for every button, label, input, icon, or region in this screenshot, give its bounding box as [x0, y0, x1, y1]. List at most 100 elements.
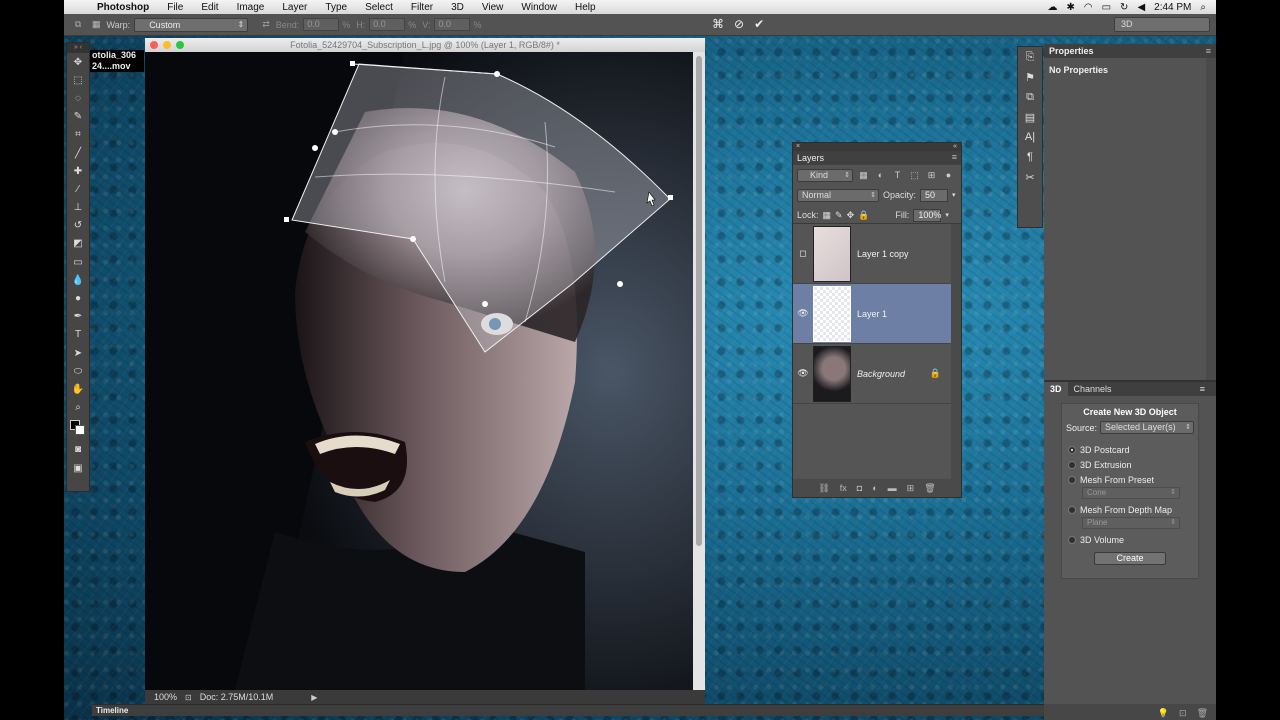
eye-icon[interactable]: 👁: [793, 308, 813, 319]
screen-mode-icon[interactable]: ▣: [67, 459, 89, 477]
clone-stamp-tool-icon[interactable]: ⊥: [67, 199, 89, 217]
transform-mode-icon[interactable]: ⌘: [712, 17, 724, 31]
time-machine-icon[interactable]: ↻: [1120, 2, 1128, 13]
path-selection-tool-icon[interactable]: ➤: [67, 344, 89, 362]
toolbox-collapse-icon[interactable]: » ‹: [67, 43, 89, 53]
commit-transform-icon[interactable]: ✔: [754, 17, 764, 31]
layer-name[interactable]: Layer 1: [857, 309, 887, 319]
layer-row-layer-1[interactable]: 👁 Layer 1: [793, 284, 961, 344]
history-brush-tool-icon[interactable]: ↺: [67, 217, 89, 235]
move-tool-icon[interactable]: ✥: [67, 53, 89, 71]
eraser-tool-icon[interactable]: ◩: [67, 235, 89, 253]
adjustments-icon[interactable]: ⧉: [1018, 87, 1042, 107]
battery-icon[interactable]: ▭: [1102, 2, 1111, 13]
panel-collapse-icon[interactable]: «: [953, 143, 957, 151]
tab-3d[interactable]: 3D: [1044, 382, 1068, 396]
properties-tab[interactable]: Properties: [1049, 46, 1094, 56]
character-icon[interactable]: A|: [1018, 127, 1042, 147]
h-field[interactable]: 0.0: [369, 18, 406, 31]
filter-toggle-icon[interactable]: ●: [942, 170, 955, 180]
clock[interactable]: 2:44 PM: [1154, 2, 1191, 13]
radio-indicator[interactable]: [1068, 535, 1076, 544]
scroll-thumb[interactable]: [696, 56, 702, 546]
warp-style-select[interactable]: Custom: [134, 17, 249, 32]
delete-3d-icon[interactable]: 🗑: [1197, 708, 1208, 719]
swatches-icon[interactable]: ▤: [1018, 107, 1042, 127]
opacity-arrow-icon[interactable]: ▾: [952, 191, 956, 199]
warp-handle-1[interactable]: [332, 129, 338, 135]
image-canvas[interactable]: [145, 52, 693, 690]
new-3d-object-icon[interactable]: ⊡: [1179, 708, 1187, 719]
eyedropper-tool-icon[interactable]: ╱: [67, 144, 89, 162]
radio-3d-volume[interactable]: 3D Volume: [1068, 532, 1198, 547]
preset-select[interactable]: Cone: [1082, 487, 1180, 499]
history-icon[interactable]: ⎘: [1018, 47, 1042, 67]
layers-panel-menu-icon[interactable]: ≡: [952, 152, 957, 162]
tool-presets-icon[interactable]: ✂: [1018, 167, 1042, 187]
quick-select-tool-icon[interactable]: ✎: [67, 108, 89, 126]
radio-indicator[interactable]: [1068, 475, 1076, 484]
creative-cloud-icon[interactable]: ☁: [1047, 2, 1057, 13]
source-select[interactable]: Selected Layer(s): [1100, 421, 1195, 434]
warp-handle-top[interactable]: [494, 71, 500, 77]
pen-tool-icon[interactable]: ✒: [67, 308, 89, 326]
radio-mesh-from-preset[interactable]: Mesh From Preset: [1068, 472, 1198, 487]
menu-type[interactable]: Type: [316, 2, 356, 13]
shape-tool-icon[interactable]: ⬭: [67, 362, 89, 380]
lock-transparent-icon[interactable]: ▦: [823, 210, 832, 221]
menu-filter[interactable]: Filter: [402, 2, 442, 13]
layer-name[interactable]: Layer 1 copy: [857, 249, 909, 259]
filter-kind-select[interactable]: Kind: [797, 168, 853, 182]
lock-paint-icon[interactable]: ✎: [835, 210, 843, 221]
properties-menu-icon[interactable]: ≡: [1206, 46, 1211, 56]
warp-handle-2[interactable]: [312, 145, 318, 151]
menu-select[interactable]: Select: [356, 2, 402, 13]
color-swatches[interactable]: [67, 417, 89, 441]
filter-smart-object-icon[interactable]: ⊞: [925, 170, 938, 181]
menu-edit[interactable]: Edit: [192, 2, 227, 13]
cancel-transform-icon[interactable]: ⊘: [734, 17, 744, 31]
warp-handle-4[interactable]: [617, 281, 623, 287]
new-layer-icon[interactable]: ⊞: [907, 483, 915, 494]
filter-adjustment-icon[interactable]: ◐: [874, 170, 887, 180]
zoom-tool-icon[interactable]: ⌕: [67, 399, 89, 417]
layer-row-layer-1-copy[interactable]: ◻ Layer 1 copy: [793, 224, 961, 284]
radio-indicator[interactable]: [1068, 445, 1076, 454]
lasso-tool-icon[interactable]: ◌: [67, 89, 89, 107]
menu-3d[interactable]: 3D: [442, 2, 473, 13]
paragraph-icon[interactable]: ¶: [1018, 147, 1042, 167]
warp-anchor-bl[interactable]: [284, 217, 289, 222]
layer-row-background[interactable]: 👁 Background 🔒: [793, 344, 961, 404]
menu-view[interactable]: View: [473, 2, 513, 13]
wifi-icon[interactable]: ◠: [1084, 2, 1093, 13]
create-button[interactable]: Create: [1094, 552, 1166, 565]
radio-3d-postcard[interactable]: 3D Postcard: [1068, 442, 1198, 457]
volume-icon[interactable]: ◀: [1137, 2, 1145, 13]
radio-mesh-from-depth-map[interactable]: Mesh From Depth Map: [1068, 502, 1198, 517]
tab-channels[interactable]: Channels: [1068, 384, 1118, 394]
doc-tab-label[interactable]: otolia_306 24....mov: [90, 50, 144, 72]
spotlight-icon[interactable]: ⌕: [1200, 2, 1206, 13]
crop-tool-icon[interactable]: ⌗: [67, 126, 89, 144]
layer-name[interactable]: Background: [857, 369, 905, 379]
dodge-tool-icon[interactable]: ●: [67, 289, 89, 307]
vertical-scrollbar[interactable]: [693, 52, 705, 690]
status-menu-arrow-icon[interactable]: ▶: [311, 693, 317, 702]
eye-icon[interactable]: 👁: [793, 368, 813, 379]
fill-field[interactable]: 100%: [913, 208, 941, 222]
gradient-tool-icon[interactable]: ▭: [67, 253, 89, 271]
add-light-icon[interactable]: 💡: [1158, 708, 1169, 719]
warp-anchor-tl[interactable]: [350, 61, 355, 66]
v-field[interactable]: 0.0: [434, 18, 471, 31]
timeline-panel[interactable]: Timeline: [92, 704, 1044, 716]
bend-field[interactable]: 0.0: [303, 18, 340, 31]
layers-scrollbar[interactable]: [951, 224, 961, 479]
layer-style-icon[interactable]: fx: [840, 483, 847, 493]
3d-panel-menu-icon[interactable]: ≡: [1194, 384, 1211, 394]
fill-arrow-icon[interactable]: ▾: [945, 211, 949, 219]
tool-preset-icon[interactable]: ⧉: [64, 19, 92, 30]
document-title-bar[interactable]: Fotolia_52429704_Subscription_L.jpg @ 10…: [145, 38, 705, 52]
status-options-icon[interactable]: ⊡: [185, 693, 192, 702]
filter-shape-icon[interactable]: ⬚: [908, 170, 921, 181]
hand-tool-icon[interactable]: ✋: [67, 380, 89, 398]
